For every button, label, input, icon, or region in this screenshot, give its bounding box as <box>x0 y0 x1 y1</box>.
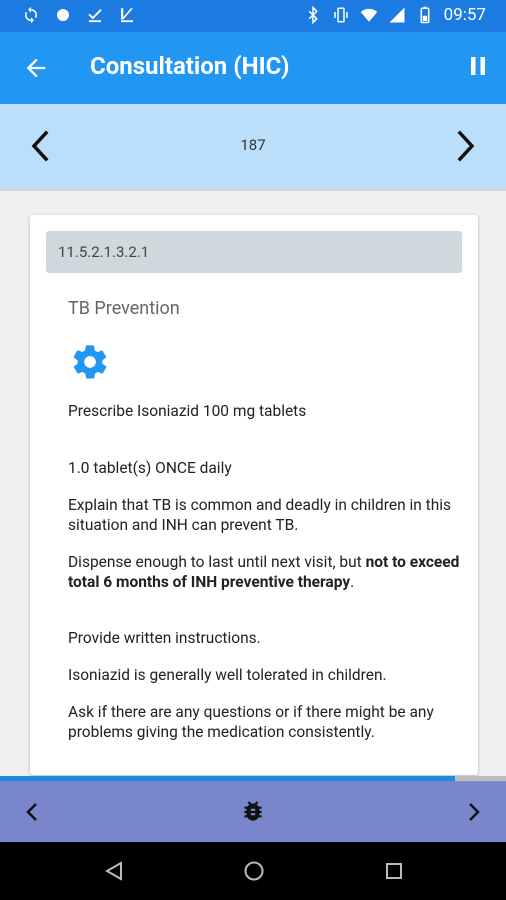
app-bar: Consultation (HIC) <box>0 32 506 104</box>
status-bar: 09:57 <box>0 0 506 32</box>
prescription-text: Prescribe Isoniazid 100 mg tablets <box>68 402 307 420</box>
page-navigator: 187 <box>0 104 506 191</box>
section-title: TB Prevention <box>68 298 180 319</box>
status-time: 09:57 <box>443 5 486 25</box>
instructions-text: Provide written instructions. <box>68 629 261 647</box>
pause-icon <box>471 57 485 75</box>
upload-icon <box>118 6 136 24</box>
toolbar-previous-button[interactable] <box>24 801 40 823</box>
sync-icon <box>22 6 40 24</box>
gear-icon <box>70 342 110 382</box>
next-page-button[interactable] <box>452 130 478 162</box>
vibrate-icon <box>332 6 350 24</box>
content-card: 11.5.2.1.3.2.1 TB Prevention Prescribe I… <box>30 215 478 775</box>
arrow-left-icon <box>26 58 46 78</box>
chevron-left-icon <box>26 803 37 821</box>
wifi-icon <box>360 6 378 24</box>
page-number: 187 <box>240 136 266 154</box>
signal-icon <box>388 6 406 24</box>
dosage-text: 1.0 tablet(s) ONCE daily <box>68 459 232 477</box>
bug-report-button[interactable] <box>240 798 266 826</box>
section-code: 11.5.2.1.3.2.1 <box>58 243 150 261</box>
tolerated-text: Isoniazid is generally well tolerated in… <box>68 666 387 684</box>
dispense-suffix: . <box>350 573 355 591</box>
bluetooth-icon <box>304 6 322 24</box>
chevron-right-icon <box>469 803 480 821</box>
system-navigation-bar <box>0 842 506 900</box>
system-back-button[interactable] <box>103 860 125 882</box>
battery-icon <box>416 6 434 24</box>
system-recents-button[interactable] <box>383 860 405 882</box>
bug-icon <box>244 801 262 821</box>
page-title: Consultation (HIC) <box>90 52 290 80</box>
chevron-right-icon <box>457 130 475 162</box>
triangle-back-icon <box>104 861 122 881</box>
system-home-button[interactable] <box>243 860 265 882</box>
explain-text: Explain that TB is common and deadly in … <box>68 496 452 534</box>
toolbar-next-button[interactable] <box>466 801 482 823</box>
circle-icon <box>54 6 72 24</box>
download-done-icon <box>86 6 104 24</box>
questions-text: Ask if there are any questions or if the… <box>68 703 434 741</box>
dispense-prefix: Dispense enough to last until next visit… <box>68 553 366 571</box>
circle-home-icon <box>244 861 264 881</box>
bottom-toolbar <box>0 781 506 842</box>
dispense-text: Dispense enough to last until next visit… <box>68 552 460 592</box>
square-recents-icon <box>386 863 402 879</box>
pause-button[interactable] <box>470 56 486 76</box>
section-code-bar: 11.5.2.1.3.2.1 <box>46 231 462 273</box>
back-button[interactable] <box>22 54 50 82</box>
